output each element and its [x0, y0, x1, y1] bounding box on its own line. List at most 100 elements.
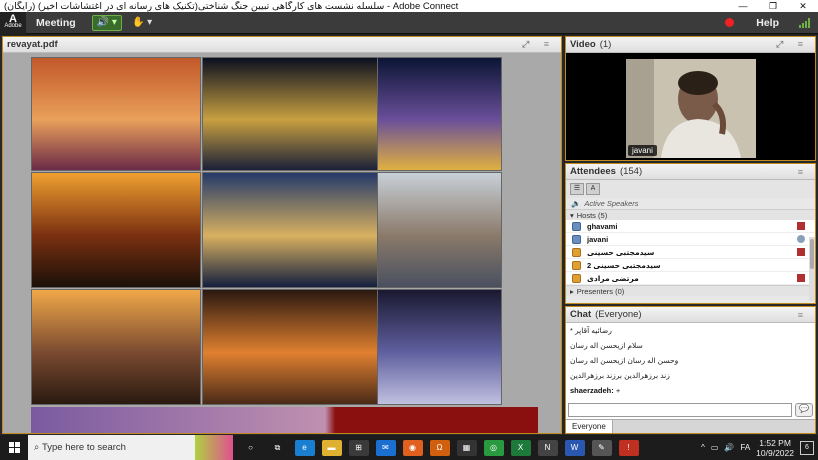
pod-options-icon[interactable]: ⤢ ≡: [776, 39, 809, 50]
chat-input-row: 💬: [568, 403, 813, 417]
sort-icon[interactable]: A: [586, 183, 600, 195]
attendee-row[interactable]: سیدمجتبی حسینی: [566, 246, 815, 259]
slide-image-ecolodge-water-sunset: [31, 289, 201, 405]
video-pod-header: Video (1) ⤢ ≡: [566, 37, 815, 53]
raise-hand-icon: ✋: [131, 17, 145, 28]
video-pod-title: Video: [570, 39, 596, 50]
network-icon[interactable]: ▭: [711, 443, 719, 452]
person-silhouette-icon: [626, 59, 756, 158]
file-explorer-icon[interactable]: ▬: [321, 439, 342, 456]
attendee-name: سیدمجتبی حسینی: [587, 247, 655, 257]
mail-icon[interactable]: ✉: [375, 439, 396, 456]
search-highlight-banner: [195, 435, 233, 460]
slide-image-nasir-ol-molk-mosque: [31, 57, 201, 171]
task-view-icon[interactable]: ⧉: [267, 439, 288, 456]
meeting-menu[interactable]: Meeting: [26, 17, 86, 29]
window-title-bar: (رایگان) سلسله نشست های کارگاهی تبیین جن…: [0, 0, 818, 12]
share-pod: revayat.pdf ⤢ ≡: [2, 36, 562, 434]
slide-image-clock-tower-night: [377, 289, 502, 405]
webcam-name-label: javani: [628, 145, 657, 156]
close-button[interactable]: ✕: [788, 1, 818, 12]
send-message-icon[interactable]: 💬: [795, 403, 813, 417]
attendee-row[interactable]: مرتضی مرادی: [566, 272, 815, 285]
adobe-logo-mark: A: [9, 12, 17, 25]
help-menu[interactable]: Help: [746, 17, 789, 29]
clock[interactable]: 1:52 PM 10/9/2022: [756, 438, 794, 458]
pencil-icon: [797, 274, 805, 282]
image-grid: [31, 57, 538, 433]
windows-taskbar: ⌕ Type here to search ○ ⧉ e ▬ ⊞ ✉ ◉ Ω ▦ ◎ X N W ✎! ^ …: [0, 435, 818, 460]
edge-icon[interactable]: e: [294, 439, 315, 456]
share-pod-header: revayat.pdf ⤢ ≡: [3, 37, 561, 53]
chat-messages: * رضائیه آقاپر سلام ازیحسن اله رسان وحسن ا…: [566, 323, 815, 383]
search-icon: ⌕: [34, 442, 42, 453]
volume-icon[interactable]: 🔊: [724, 443, 734, 452]
minimize-button[interactable]: —: [728, 1, 758, 11]
menu-bar: A Adobe Meeting 🔊 ▾ ✋ ▾ Help: [0, 11, 818, 34]
chat-message: * رضائیه آقاپر: [570, 326, 612, 335]
chat-pod-title: Chat: [570, 309, 592, 320]
user-avatar-icon: [572, 273, 581, 283]
attendees-pod-title: Attendees: [570, 166, 616, 177]
adobe-logo: A Adobe: [0, 11, 26, 34]
pinned-apps: ○ ⧉ e ▬ ⊞ ✉ ◉ Ω ▦ ◎ X N W ✎!: [237, 439, 642, 456]
list-view-icon[interactable]: ☰: [570, 183, 584, 195]
user-avatar-icon: [572, 260, 581, 270]
chat-text: +: [615, 386, 621, 395]
user-avatar-icon: [572, 247, 581, 257]
presenters-label: Presenters (0): [576, 286, 625, 296]
adobe-logo-text: Adobe: [4, 22, 22, 29]
taskbar-search[interactable]: ⌕ Type here to search: [28, 435, 233, 460]
microphone-icon: [797, 235, 805, 243]
attendees-scrollbar[interactable]: [809, 237, 815, 301]
chrome-icon[interactable]: ◎: [483, 439, 504, 456]
maximize-button[interactable]: ❐: [758, 1, 788, 12]
chevron-up-icon[interactable]: ^: [701, 443, 705, 452]
raise-hand-button[interactable]: ✋ ▾: [128, 15, 156, 31]
cortana-icon[interactable]: ○: [240, 439, 261, 456]
meeting-layout: revayat.pdf ⤢ ≡ Video (1) ⤢ ≡ javani Att…: [0, 35, 818, 435]
store-icon[interactable]: ⊞: [348, 439, 369, 456]
notification-center-icon[interactable]: 6: [800, 440, 814, 455]
webcam-feed[interactable]: javani: [626, 59, 756, 158]
attendee-row[interactable]: ghavami: [566, 220, 815, 233]
connection-signal-icon: [799, 17, 810, 28]
chat-input[interactable]: [568, 403, 792, 417]
shared-document-view[interactable]: [3, 53, 561, 433]
windows-logo-icon: [8, 442, 20, 453]
speaker-icon: 🔈: [571, 199, 581, 208]
window-title: (رایگان) سلسله نشست های کارگاهی تبیین جن…: [4, 0, 459, 12]
video-count: (1): [599, 39, 612, 50]
presenters-group-header[interactable]: ▸ Presenters (0): [566, 285, 815, 296]
share-pod-title: revayat.pdf: [7, 39, 58, 50]
video-stage: javani: [566, 53, 815, 160]
pod-options-icon[interactable]: ⤢ ≡: [522, 39, 555, 50]
attendee-row[interactable]: javani: [566, 233, 815, 246]
chat-sender: shaerzadeh:: [570, 386, 614, 395]
start-button[interactable]: [0, 435, 28, 460]
onenote-icon[interactable]: N: [537, 439, 558, 456]
collapse-icon: ▾: [570, 210, 574, 220]
firefox-icon[interactable]: ◉: [402, 439, 423, 456]
tab-everyone[interactable]: Everyone: [566, 420, 613, 433]
pod-options-icon[interactable]: ≡: [798, 167, 809, 177]
speaker-button[interactable]: 🔊 ▾: [91, 14, 122, 31]
attendee-name: ghavami: [587, 221, 618, 231]
calculator-icon[interactable]: ▦: [456, 439, 477, 456]
chat-message: سلام ازیحسن اله رسان: [570, 341, 643, 350]
excel-icon[interactable]: X: [510, 439, 531, 456]
language-indicator[interactable]: FA: [740, 443, 750, 452]
hosts-group-header[interactable]: ▾ Hosts (5): [566, 209, 815, 220]
attendee-row[interactable]: سیدمجتبی حسینی 2: [566, 259, 815, 272]
attendees-toolbar: ☰ A: [566, 180, 815, 198]
app-red-icon[interactable]: !: [618, 439, 639, 456]
slide-next-page-preview: [31, 407, 538, 433]
word-icon[interactable]: W: [564, 439, 585, 456]
paint-icon[interactable]: ✎: [591, 439, 612, 456]
hosts-label: Hosts (5): [576, 210, 608, 220]
attendee-name: مرتضی مرادی: [587, 273, 639, 283]
app-orange-icon[interactable]: Ω: [429, 439, 450, 456]
chat-message: shaerzadeh: +: [566, 383, 815, 398]
attendees-pod-header: Attendees (154) ≡: [566, 164, 815, 180]
pod-options-icon[interactable]: ≡: [798, 310, 809, 320]
